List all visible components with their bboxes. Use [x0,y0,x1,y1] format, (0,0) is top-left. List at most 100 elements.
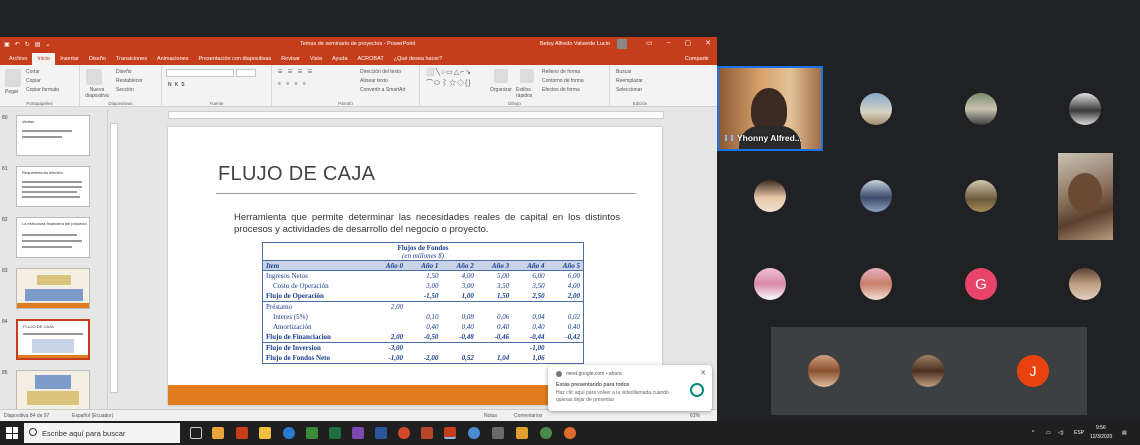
participant-avatar-initial[interactable]: G [965,268,997,300]
powerpoint-taskbar-icon[interactable] [236,427,248,439]
volume-icon[interactable]: ◁) [1058,430,1064,436]
close-icon[interactable]: ✕ [700,369,706,377]
participant-avatar[interactable] [808,355,840,387]
participant-avatar[interactable] [860,268,892,300]
language-status[interactable]: Español (Ecuador) [72,413,113,419]
align-text-button[interactable]: Alinear texto [360,78,388,84]
participant-avatar[interactable] [860,93,892,125]
slide-body-text[interactable]: Herramienta que permite determinar las n… [234,212,620,236]
store-icon[interactable] [212,427,224,439]
tab-presentacion[interactable]: Presentación con diapositivas [193,56,276,65]
minimize-icon[interactable]: – [667,39,671,47]
quick-styles-button[interactable]: Estilos rápidos [516,87,538,99]
arrange-button[interactable]: Organizar [490,87,512,93]
save-icon[interactable]: ▣ [4,41,10,48]
tab-animaciones[interactable]: Animaciones [152,56,194,65]
paste-icon[interactable] [5,69,21,87]
font-format-icons[interactable]: NKS [168,82,188,88]
app-icon[interactable] [398,427,410,439]
tab-revisar[interactable]: Revisar [276,56,305,65]
chrome-taskbar-icon[interactable] [540,427,552,439]
notifications-icon[interactable]: ▤ [1122,430,1127,436]
replace-button[interactable]: Reemplazar [616,78,643,84]
file-explorer-icon[interactable] [259,427,271,439]
tab-archivo[interactable]: Archivo [4,56,32,65]
tab-ayuda[interactable]: Ayuda [327,56,353,65]
active-speaker-tile[interactable]: Yhonny Alfred... [717,66,823,151]
find-button[interactable]: Buscar [616,69,632,75]
meet-presenting-notification[interactable]: meet.google.com • ahora ✕ Estás presenta… [548,365,712,411]
tab-diseno[interactable]: Diseño [84,56,111,65]
slide-thumbnail[interactable]: Requerimiento efectivo [16,166,90,207]
list-icons[interactable]: ☰ ☰ ☰ ☰ [278,69,314,75]
comments-button[interactable]: Comentarios [514,413,542,419]
slide-canvas[interactable]: FLUJO DE CAJA Herramienta que permite de… [168,127,662,405]
smartart-button[interactable]: Convertir a SmartArt [360,87,406,93]
slide-thumbnail[interactable]: Ventas [16,115,90,156]
close-icon[interactable]: ✕ [705,39,711,47]
tray-arrow-icon[interactable]: ^ [1032,430,1034,436]
slide-thumbnail-active[interactable]: FLUJO DE CAJA [16,319,90,360]
participant-avatar[interactable] [965,93,997,125]
powerpoint-active-icon[interactable] [444,427,456,439]
app-icon[interactable] [352,427,364,439]
select-button[interactable]: Seleccionar [616,87,642,93]
section-button[interactable]: Sección [116,87,134,93]
format-painter-button[interactable]: Copiar formato [26,87,59,93]
quick-styles-icon[interactable] [520,69,534,83]
slide-title[interactable]: FLUJO DE CAJA [218,163,375,186]
participant-avatar[interactable] [912,355,944,387]
slide-thumbnail[interactable] [16,370,90,411]
participant-avatar[interactable] [965,180,997,212]
align-icons[interactable]: ≡ ≡ ≡ ≡ [278,81,308,87]
participant-avatar[interactable] [754,180,786,212]
participant-avatar[interactable] [1069,268,1101,300]
customize-icon[interactable]: ⌄ [45,41,50,48]
participant-avatar-initial[interactable]: J [1017,355,1049,387]
font-name-input[interactable] [166,69,234,77]
share-button[interactable]: Compartir [685,56,709,62]
text-direction-button[interactable]: Dirección del texto [360,69,401,75]
cash-flow-table[interactable]: Flujos de Fondos (en millones $) Item Añ… [262,242,584,365]
copy-button[interactable]: Copiar [26,78,41,84]
excel-icon[interactable] [329,427,341,439]
shapes-gallery-row2-icon[interactable]: ⌒⬭⌇☆◇{} [426,78,472,88]
user-avatar[interactable] [617,39,627,49]
new-slide-icon[interactable] [86,69,102,85]
tab-vista[interactable]: Vista [305,56,327,65]
arrange-icon[interactable] [494,69,508,83]
participant-avatar[interactable] [754,268,786,300]
input-language[interactable]: ESP [1074,430,1084,436]
shape-fill-button[interactable]: Relleno de forma [542,69,580,75]
cut-button[interactable]: Cortar [26,69,40,75]
paste-button[interactable]: Pegar [5,89,18,95]
user-name[interactable]: Betsy Alfredo Valverde Lucio [540,41,610,47]
edge-icon[interactable] [283,427,295,439]
tab-transiciones[interactable]: Transiciones [111,56,152,65]
present-icon[interactable]: ▤ [35,41,41,48]
word-icon[interactable] [375,427,387,439]
font-size-input[interactable] [236,69,256,77]
app-icon[interactable] [421,427,433,439]
shapes-gallery-icon[interactable]: ⬜╲○▭△⌐↘ [426,68,472,76]
clock-time[interactable]: 9:56 [1096,425,1106,431]
app-icon[interactable] [468,427,480,439]
windows-start-icon[interactable] [6,427,18,439]
slide-thumbnail[interactable] [16,268,90,309]
shape-outline-button[interactable]: Contorno de forma [542,78,584,84]
ribbon-display-icon[interactable]: ▭ [646,39,653,47]
participant-photo-tile[interactable] [1058,153,1113,240]
reset-button[interactable]: Restablecer [116,78,143,84]
layout-button[interactable]: Diseño [116,69,132,75]
app-icon[interactable] [516,427,528,439]
app-icon[interactable] [492,427,504,439]
tab-inicio[interactable]: Inicio [32,53,56,65]
maximize-icon[interactable]: ▢ [685,39,692,47]
slide-thumbnail-pane[interactable]: 80 Ventas 81 Requerimiento efectivo 82 L… [0,109,108,411]
new-slide-button[interactable]: Nueva diapositiva [82,87,112,99]
taskbar-search[interactable]: Escribe aquí para buscar [24,423,180,443]
participant-avatar[interactable] [1069,93,1101,125]
undo-icon[interactable]: ↶ [15,41,20,48]
clock-date[interactable]: 12/3/2020 [1090,434,1112,440]
firefox-icon[interactable] [564,427,576,439]
